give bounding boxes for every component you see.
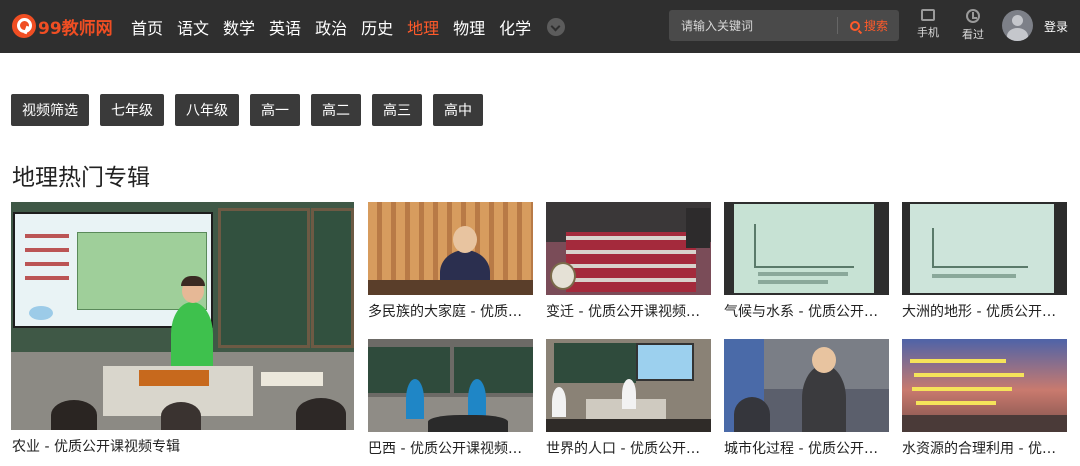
- login-link[interactable]: 登录: [1044, 18, 1068, 35]
- filter-high-school[interactable]: 高中: [433, 94, 483, 126]
- album-card[interactable]: 多民族的大家庭 - 优质公开课视频专辑: [368, 202, 533, 321]
- album-card[interactable]: 巴西 - 优质公开课视频专辑: [368, 339, 533, 458]
- album-card[interactable]: 大洲的地形 - 优质公开课视频专辑: [902, 202, 1067, 321]
- filter-senior3[interactable]: 高三: [372, 94, 422, 126]
- phone-label: 手机: [917, 26, 939, 39]
- search-divider: [837, 17, 838, 34]
- album-caption[interactable]: 气候与水系 - 优质公开课视频专辑: [724, 301, 889, 321]
- nav-item-math[interactable]: 数学: [223, 15, 255, 39]
- search-button-label: 搜索: [863, 19, 888, 33]
- history-label: 看过: [962, 28, 984, 41]
- search-icon: [849, 20, 860, 31]
- album-thumbnail[interactable]: [724, 202, 889, 295]
- filter-senior2[interactable]: 高二: [311, 94, 361, 126]
- grade-filters: 视频筛选 七年级 八年级 高一 高二 高三 高中: [11, 94, 494, 126]
- featured-thumbnail[interactable]: [11, 202, 354, 430]
- album-caption[interactable]: 城市化过程 - 优质公开课视频专辑: [724, 438, 889, 458]
- nav-item-chemistry[interactable]: 化学: [499, 15, 531, 39]
- subject-nav: 首页 语文 数学 英语 政治 历史 地理 物理 化学: [131, 0, 566, 53]
- album-card[interactable]: 城市化过程 - 优质公开课视频专辑: [724, 339, 889, 458]
- logo-text: 99教师网: [38, 18, 113, 39]
- featured-caption[interactable]: 农业 - 优质公开课视频专辑: [12, 436, 180, 456]
- search-box: 搜索: [669, 10, 899, 41]
- album-thumbnail[interactable]: [368, 202, 533, 295]
- nav-item-home[interactable]: 首页: [131, 15, 163, 39]
- album-thumbnail[interactable]: [368, 339, 533, 432]
- album-thumbnail[interactable]: [902, 202, 1067, 295]
- album-thumbnail[interactable]: [546, 339, 711, 432]
- filter-grade7[interactable]: 七年级: [100, 94, 164, 126]
- album-card[interactable]: 变迁 - 优质公开课视频专辑: [546, 202, 711, 321]
- search-input[interactable]: [669, 10, 837, 41]
- avatar[interactable]: [1002, 10, 1033, 41]
- site-logo[interactable]: 99教师网: [12, 13, 113, 39]
- album-thumbnail[interactable]: [902, 339, 1067, 432]
- phone-button[interactable]: 手机: [913, 9, 943, 40]
- search-button[interactable]: 搜索: [839, 10, 899, 41]
- album-thumbnail[interactable]: [546, 202, 711, 295]
- album-card[interactable]: 水资源的合理利用 - 优质公开课视频专辑: [902, 339, 1067, 458]
- nav-item-politics[interactable]: 政治: [315, 15, 347, 39]
- clock-icon: [966, 9, 980, 23]
- history-button[interactable]: 看过: [958, 9, 988, 42]
- filter-grade8[interactable]: 八年级: [175, 94, 239, 126]
- filter-video[interactable]: 视频筛选: [11, 94, 89, 126]
- nav-item-history[interactable]: 历史: [361, 15, 393, 39]
- nav-item-physics[interactable]: 物理: [453, 15, 485, 39]
- album-thumbnail[interactable]: [724, 339, 889, 432]
- section-title: 地理热门专辑: [12, 165, 150, 191]
- album-caption[interactable]: 大洲的地形 - 优质公开课视频专辑: [902, 301, 1067, 321]
- album-caption[interactable]: 多民族的大家庭 - 优质公开课视频专辑: [368, 301, 533, 321]
- album-card[interactable]: 气候与水系 - 优质公开课视频专辑: [724, 202, 889, 321]
- album-caption[interactable]: 水资源的合理利用 - 优质公开课视频专辑: [902, 438, 1067, 458]
- nav-item-geography[interactable]: 地理: [407, 15, 439, 39]
- phone-icon: [921, 9, 935, 21]
- album-card[interactable]: 世界的人口 - 优质公开课视频专辑: [546, 339, 711, 458]
- filter-senior1[interactable]: 高一: [250, 94, 300, 126]
- logo-icon: [12, 14, 36, 38]
- nav-item-chinese[interactable]: 语文: [177, 15, 209, 39]
- chevron-down-icon[interactable]: [547, 17, 566, 36]
- album-caption[interactable]: 变迁 - 优质公开课视频专辑: [546, 301, 711, 321]
- album-caption[interactable]: 巴西 - 优质公开课视频专辑: [368, 438, 533, 458]
- top-navbar: 99教师网 首页 语文 数学 英语 政治 历史 地理 物理 化学 搜索 手机 看…: [0, 0, 1080, 53]
- nav-item-english[interactable]: 英语: [269, 15, 301, 39]
- album-caption[interactable]: 世界的人口 - 优质公开课视频专辑: [546, 438, 711, 458]
